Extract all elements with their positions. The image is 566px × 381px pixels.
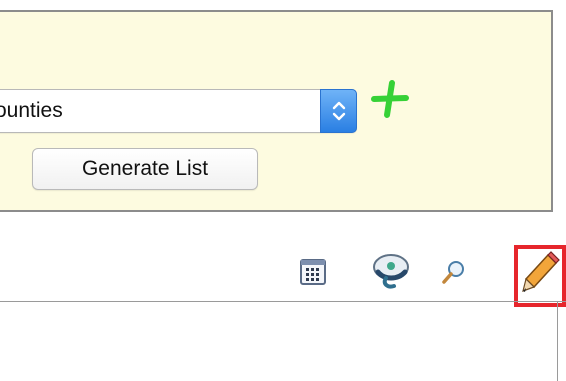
generate-list-button[interactable]: Generate List [32,148,258,190]
cloud-icon[interactable] [368,250,412,292]
category-select-value: ounties [0,99,63,122]
content-area-border [557,302,558,381]
search-icon[interactable] [440,258,468,286]
plus-icon[interactable] [370,79,410,119]
category-select[interactable]: ounties [0,89,357,133]
screen: ounties Generate List [0,0,566,381]
table-icon[interactable] [299,258,327,286]
chevron-up-down-icon[interactable] [320,89,357,133]
list-generator-panel: ounties Generate List [0,10,553,212]
toolbar-divider [0,301,566,302]
pencil-icon[interactable] [514,245,566,307]
